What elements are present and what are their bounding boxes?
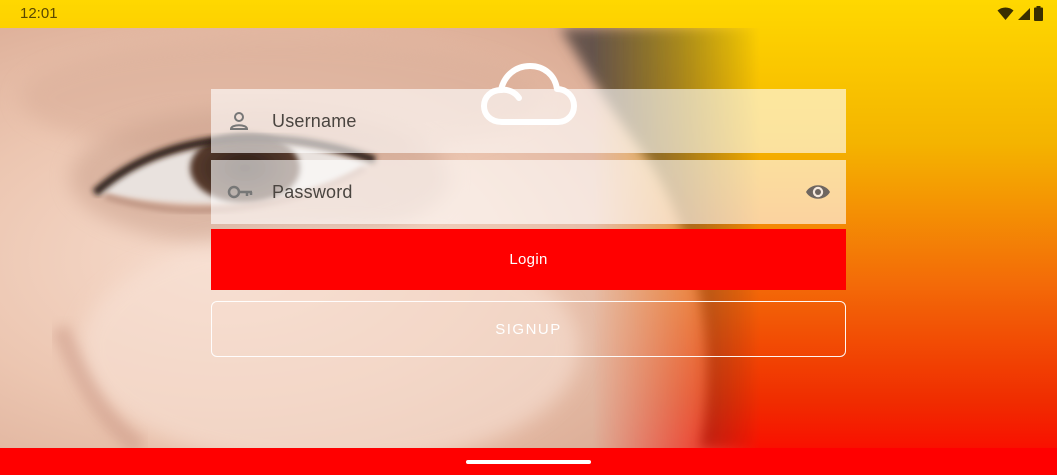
status-bar: 12:01	[0, 0, 1057, 28]
key-icon	[227, 180, 253, 204]
signup-button[interactable]: SIGNUP	[211, 301, 846, 357]
eye-icon[interactable]	[804, 180, 832, 204]
login-button[interactable]: Login	[211, 229, 846, 290]
status-time: 12:01	[20, 5, 58, 22]
cloud-icon	[480, 62, 578, 128]
navigation-bar	[0, 448, 1057, 475]
username-input[interactable]: Username	[272, 111, 357, 132]
login-screen: 12:01 Username Password Login SIGNUP	[0, 0, 1057, 475]
battery-icon	[1034, 6, 1043, 26]
home-gesture-handle[interactable]	[466, 460, 591, 464]
cell-signal-icon	[1017, 7, 1031, 26]
person-icon	[227, 109, 251, 133]
password-field[interactable]: Password	[211, 160, 846, 224]
wifi-icon	[997, 7, 1014, 26]
password-input[interactable]: Password	[272, 182, 353, 203]
status-icons	[997, 6, 1043, 26]
